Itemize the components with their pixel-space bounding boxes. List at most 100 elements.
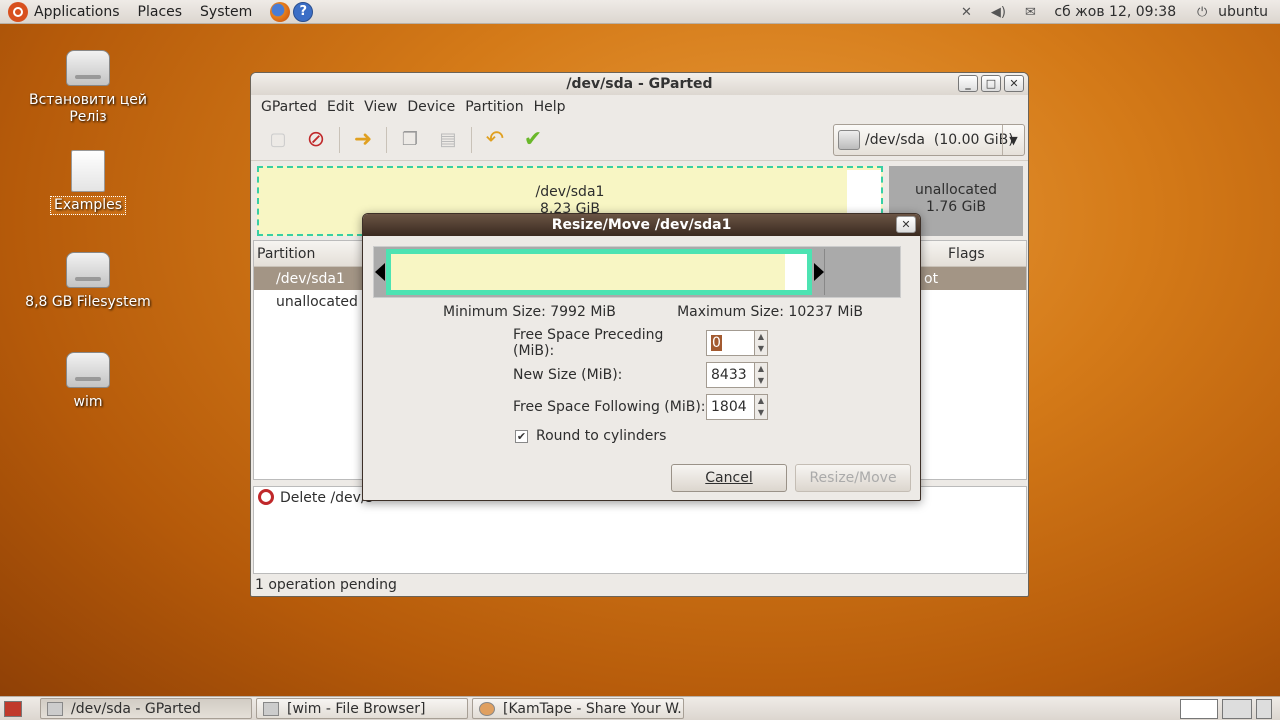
document-icon (71, 150, 105, 192)
maximize-button[interactable]: □ (981, 75, 1001, 92)
toolbar: ▢ ⊘ ➜ ❐ ▤ ↶ ✔ /dev/sda (10.00 GiB) ▼ (251, 119, 1028, 161)
drive-icon (66, 352, 110, 388)
ubuntu-logo-icon[interactable] (8, 1, 28, 22)
spin-arrows-icon[interactable]: ▲ ▼ (754, 394, 768, 420)
round-to-cylinders-checkbox[interactable]: ✔ (515, 429, 528, 443)
menu-applications[interactable]: Applications (34, 4, 120, 20)
pending-operation[interactable]: Delete /dev/s (280, 490, 373, 506)
dialog-close-button[interactable]: ✕ (896, 216, 916, 233)
task-label: /dev/sda - GParted (71, 700, 201, 717)
toolbar-separator (386, 126, 387, 153)
desktop-icon-label: Examples (49, 196, 127, 215)
task-gparted[interactable]: /dev/sda - GParted (40, 698, 252, 719)
menu-partition[interactable]: Partition (465, 99, 523, 115)
power-icon[interactable]: ⏻ (1193, 4, 1211, 20)
firefox-icon (479, 701, 495, 716)
toolbar-separator (471, 126, 472, 153)
top-panel: Applications Places System ? ✕ ◀) ✉ сб ж… (0, 0, 1280, 24)
undo-icon[interactable]: ↶ (481, 126, 509, 154)
delete-icon (258, 489, 274, 505)
free-space-following-input[interactable]: 1804 ▲ ▼ (706, 394, 768, 420)
task-kamtape[interactable]: [KamTape - Share Your W... (472, 698, 684, 719)
resize-move-label: Resize/Move (809, 470, 897, 486)
resize-graphic-divider (824, 249, 825, 295)
min-size: Minimum Size: 7992 MiB (443, 304, 616, 320)
mail-icon[interactable]: ✉ (1021, 4, 1039, 20)
resize-move-icon[interactable]: ➜ (349, 126, 377, 154)
resize-move-button[interactable]: Resize/Move (795, 464, 911, 492)
toolbar-separator (339, 126, 340, 153)
new-size-input[interactable]: 8433 ▲ ▼ (706, 362, 768, 388)
row-partition: unallocated (276, 293, 358, 310)
device-select-value: /dev/sda (10.00 GiB) (865, 132, 1014, 148)
desktop-icon-label: Встановити цей Реліз (28, 92, 148, 125)
field-label: Free Space Following (MiB): (513, 399, 706, 415)
desktop-icon-install[interactable]: Встановити цей Реліз (18, 50, 158, 126)
resize-handle-right[interactable] (814, 263, 824, 281)
column-header-partition[interactable]: Partition (257, 246, 315, 262)
task-label: [KamTape - Share Your W... (503, 700, 684, 717)
field-value: 1804 (711, 399, 747, 415)
field-label: New Size (MiB): (513, 367, 623, 383)
volume-icon[interactable]: ◀) (989, 4, 1007, 20)
delete-icon[interactable]: ⊘ (302, 126, 330, 154)
user-name[interactable]: ubuntu (1218, 4, 1268, 20)
row-flags: ot (924, 270, 939, 287)
task-label: [wim - File Browser] (287, 700, 426, 717)
help-icon[interactable]: ? (293, 1, 314, 22)
field-row-following: Free Space Following (MiB): 1804 ▲ ▼ (513, 394, 768, 420)
clock[interactable]: сб жов 12, 09:38 (1054, 4, 1176, 20)
folder-icon (263, 701, 279, 716)
row-partition: /dev/sda1 (276, 270, 345, 287)
taskbar: /dev/sda - GParted [wim - File Browser] … (0, 696, 1280, 720)
menu-device[interactable]: Device (407, 99, 455, 115)
window-titlebar[interactable]: /dev/sda - GParted _ □ ✕ (251, 73, 1028, 95)
resize-partition-block[interactable] (386, 249, 812, 295)
cancel-button[interactable]: Cancel (671, 464, 787, 492)
workspace-2[interactable] (1222, 699, 1252, 719)
menu-gparted[interactable]: GParted (261, 99, 317, 115)
copy-icon[interactable]: ❐ (396, 126, 424, 154)
menu-view[interactable]: View (364, 99, 397, 115)
field-label: Free Space Preceding (MiB): (513, 327, 664, 359)
round-to-cylinders-label[interactable]: Round to cylinders (536, 428, 666, 444)
column-header-flags[interactable]: Flags (948, 246, 985, 262)
new-partition-icon[interactable]: ▢ (264, 126, 292, 154)
dialog-title: Resize/Move /dev/sda1 (551, 217, 732, 233)
desktop-icon-wim[interactable]: wim (18, 352, 158, 411)
window-title: /dev/sda - GParted (566, 76, 713, 92)
desktop-icon-label: wim (73, 394, 103, 410)
trash-icon[interactable] (1256, 699, 1272, 719)
resize-handle-left[interactable] (375, 263, 385, 281)
max-size: Maximum Size: 10237 MiB (677, 304, 863, 320)
menu-help[interactable]: Help (534, 99, 566, 115)
minimize-button[interactable]: _ (958, 75, 978, 92)
paste-icon[interactable]: ▤ (434, 126, 462, 154)
task-file-browser[interactable]: [wim - File Browser] (256, 698, 468, 719)
spin-arrows-icon[interactable]: ▲ ▼ (754, 362, 768, 388)
field-row-preceding: Free Space Preceding (MiB): 0 ▲ ▼ (513, 327, 768, 359)
field-value: 8433 (711, 367, 747, 383)
workspace-1[interactable] (1180, 699, 1218, 719)
free-space-preceding-input[interactable]: 0 ▲ ▼ (706, 330, 768, 356)
resize-graphic (373, 246, 901, 298)
partition-free-space (785, 254, 807, 290)
chevron-down-icon[interactable]: ▼ (1002, 125, 1024, 155)
drive-icon (66, 252, 110, 288)
show-desktop-icon[interactable] (4, 700, 22, 717)
gparted-task-icon (47, 701, 63, 716)
firefox-icon[interactable] (270, 1, 291, 22)
desktop-icon-examples[interactable]: Examples (18, 150, 158, 215)
field-value: 0 (711, 335, 722, 351)
dialog-titlebar[interactable]: Resize/Move /dev/sda1 ✕ (363, 214, 920, 236)
menu-edit[interactable]: Edit (327, 99, 354, 115)
network-icon[interactable]: ✕ (957, 4, 975, 20)
apply-icon[interactable]: ✔ (519, 126, 547, 154)
desktop-icon-filesystem[interactable]: 8,8 GB Filesystem (18, 252, 158, 311)
menu-places[interactable]: Places (138, 4, 183, 20)
round-to-cylinders-row: ✔ Round to cylinders (515, 428, 666, 444)
menu-system[interactable]: System (200, 4, 252, 20)
close-button[interactable]: ✕ (1004, 75, 1024, 92)
device-select[interactable]: /dev/sda (10.00 GiB) ▼ (833, 124, 1025, 156)
spin-arrows-icon[interactable]: ▲ ▼ (754, 330, 768, 356)
